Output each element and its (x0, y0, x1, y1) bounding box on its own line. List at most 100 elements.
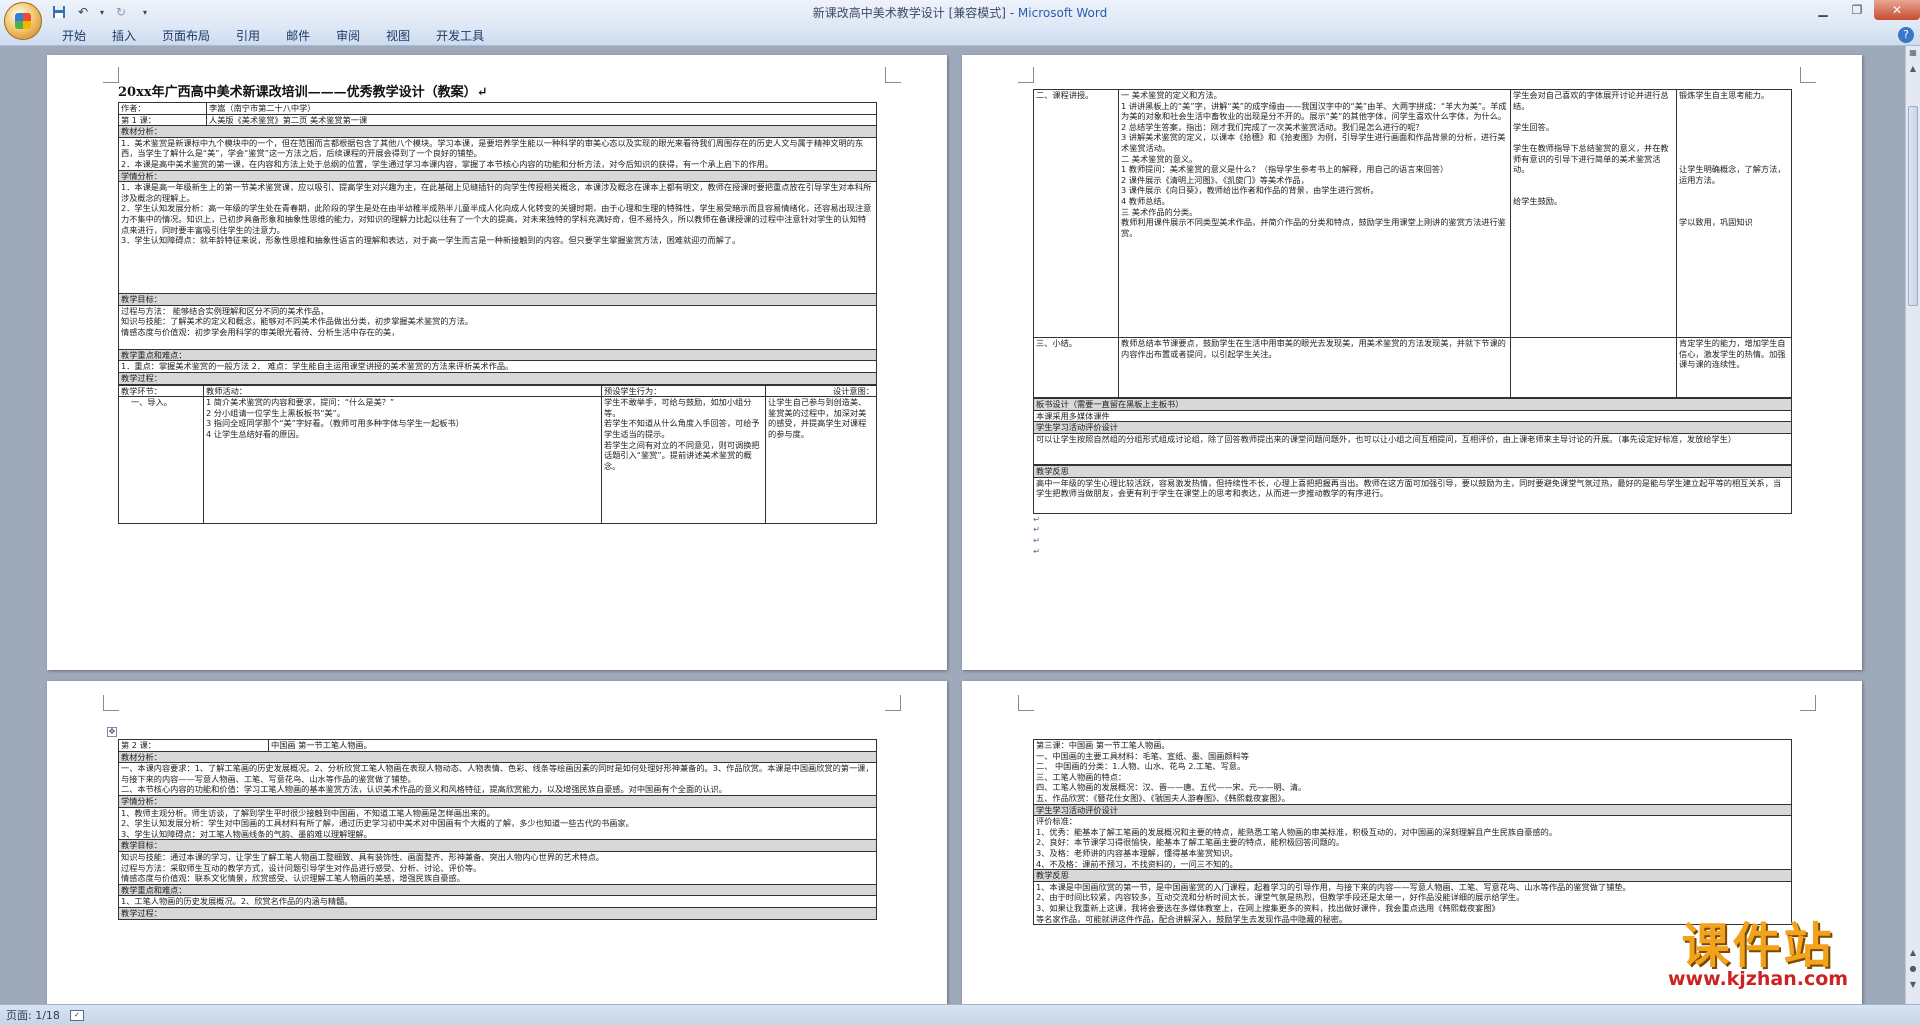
section-heading: 教材分析： (118, 750, 877, 764)
section-body: 可以让学生按照自然组的分组形式组成讨论组，除了回答教师提出来的课堂问题问题外，也… (1033, 432, 1792, 466)
tab-mailings[interactable]: 邮件 (276, 24, 320, 46)
paragraph-mark: ↵ ↵ ↵ ↵ (1033, 513, 1040, 556)
status-bar: 页面: 1/18 ✓ (0, 1004, 1920, 1025)
paragraph: 知识与技能：通过本课的学习，让学生了解工笔人物画工整细致、具有装饰性、画面整齐、… (121, 851, 605, 862)
paragraph: 3．学生认知障碍点：就年龄特征来说，形象性思维和抽象性语言的理解和表达，对于高一… (121, 235, 741, 246)
section-heading: 教学反思 (1033, 464, 1792, 478)
title-bar: ↶ ▾ ↻ ▾ 新课改高中美术教学设计 [兼容模式] - Microsoft W… (0, 0, 1920, 24)
table-row: 一、导入。 1 简介美术鉴赏的内容和要求，提问：“什么是美？” 2 分小组请一位… (118, 396, 877, 525)
application-name: Microsoft Word (1017, 6, 1108, 20)
watermark-title: 课件站 (1681, 918, 1835, 974)
section-heading: 教学目标： (118, 293, 877, 306)
document-name: 新课改高中美术教学设计 [兼容模式] - (812, 6, 1018, 20)
crop-mark (1018, 67, 1034, 83)
section-body: 1．本课是高一年级新生上的第一节美术鉴赏课，应以吸引、提高学生对兴趣为主，在此基… (118, 181, 877, 295)
section-heading: 教材分析： (118, 125, 877, 138)
lesson-table-1: 作者： 李嵩（南宁市第二十八中学） 第 1 课： 人美版《美术鉴赏》第二页 美术鉴赏… (118, 102, 877, 385)
page-1-content[interactable]: 20xx年广西高中美术新课改培训———优秀教学设计（教案）↵ 作者： 李嵩（南宁市… (118, 85, 877, 525)
vertical-scrollbar[interactable]: ▦ ▲ ▲ ● ▼ (1905, 46, 1920, 1004)
crop-mark (1800, 695, 1816, 711)
scroll-up-icon[interactable]: ▲ (1906, 62, 1920, 76)
section-body: 1．美术鉴赏是新课标中九个模块中的一个，但在范围而言都根据包含了其他八个模块。学… (118, 136, 877, 171)
word-window: ↶ ▾ ↻ ▾ 新课改高中美术教学设计 [兼容模式] - Microsoft W… (0, 0, 1920, 1025)
table-row: 三、小结。 教师总结本节课要点，鼓励学生在生活中用审美的眼光去发现美，用美术鉴赏… (1033, 337, 1792, 398)
student-behavior: 学生会对自己喜欢的字体展开讨论并进行总结。 学生回答。 学生在教师指导下总结鉴赏… (1510, 89, 1677, 338)
column-header: 教学环节： (118, 384, 204, 398)
paragraph: 五、作品欣赏：《簪花仕女图》、《虢国夫人游春图》、《韩熙载夜宴图》。 (1036, 792, 1290, 803)
column-header: 设计意图： (765, 384, 877, 398)
section-heading: 教学重点和难点： (118, 348, 877, 362)
crop-mark (103, 67, 119, 83)
paragraph: 2．本课是高中美术鉴赏的第一课，在内容和方法上处于总纲的位置，学生通过学习本课内… (121, 158, 774, 169)
paragraph: 2、由于时间比较紧，内容较多，互动交流和分析时间太长，课堂气氛是热烈，但教学手段… (1036, 892, 1525, 903)
paragraph: 2．学生认知发展分析：高一年级的学生处在青春期，此阶段的学生是处在由半幼稚半成熟… (121, 203, 872, 235)
page-indicator[interactable]: 页面: 1/18 (6, 1007, 60, 1023)
paragraph: 情感态度与价值观：初步学会用科学的审美眼光看待、分析生活中存在的美， (121, 326, 400, 337)
previous-page-icon[interactable]: ▲ (1906, 946, 1920, 960)
section-body: 第三课：中国画 第一节工笔人物画。 一、中国画的主要工具材料：毛笔、宣纸、墨、国画… (1033, 739, 1792, 805)
column-header: 教师活动： (203, 384, 602, 398)
section-heading: 板书设计（需要一直留在黑板上主板书） (1033, 398, 1792, 411)
section-heading: 教学反思 (1033, 869, 1792, 882)
section-body: 1．重点：掌握美术鉴赏的一般方法 2． 难点：学生能自主运用课堂讲授的美术鉴赏的… (118, 360, 877, 373)
design-intent: 锻炼学生自主思考能力。 让学生明确概念，了解方法，运用方法。 学以致用，巩固知识 (1676, 89, 1792, 338)
lesson-label: 第 1 课： (118, 113, 207, 127)
paragraph: 1、教师主观分析。师生访谈，了解到学生平时很少接触到中国画，不知道工笔人物画是怎… (121, 807, 495, 818)
paragraph: 一、中国画的主要工具材料：毛笔、宣纸、墨、国画颜料等 (1036, 750, 1249, 761)
next-page-icon[interactable]: ▼ (1906, 978, 1920, 992)
section-heading: 教学过程： (118, 906, 877, 920)
table-header-row: 教学环节： 教师活动： 预设学生行为： 设计意图： (118, 384, 877, 398)
page-2-content[interactable]: 二、课程讲授。 一 美术鉴赏的定义和方法。 1 讲讲黑板上的“美”字，讲解“美”… (1033, 89, 1792, 556)
ribbon-tabs: 开始 插入 页面布局 引用 邮件 审阅 视图 开发工具 (0, 24, 1920, 46)
section-heading: 学生学习活动评价设计 (1033, 421, 1792, 434)
section-heading: 学情分析： (118, 794, 877, 808)
paragraph: 一、本课内容要求：1、了解工笔画的历史发展概况。2、分析欣赏工笔人物画在表现人物… (121, 763, 874, 784)
minimize-icon[interactable]: ▁ (1806, 0, 1840, 20)
crop-mark (103, 695, 119, 711)
document-workspace[interactable]: 20xx年广西高中美术新课改培训———优秀教学设计（教案）↵ 作者： 李嵩（南宁市… (0, 46, 1905, 1004)
scrollbar-thumb[interactable] (1908, 106, 1918, 306)
proofing-icon[interactable]: ✓ (69, 1009, 84, 1021)
tab-page-layout[interactable]: 页面布局 (152, 24, 220, 46)
select-browse-object-icon[interactable]: ● (1906, 962, 1920, 976)
table-move-handle-icon[interactable]: ✥ (107, 727, 117, 737)
paragraph: 4、不及格：课前不预习，不找资料的，一问三不知的。 (1036, 858, 1238, 869)
page-2: 二、课程讲授。 一 美术鉴赏的定义和方法。 1 讲讲黑板上的“美”字，讲解“美”… (962, 55, 1862, 670)
close-icon[interactable]: ✕ (1874, 0, 1920, 20)
office-button[interactable] (4, 2, 42, 40)
student-behavior: 学生不敢举手，可给与鼓励，如加小组分等。 若学生不知道从什么角度入手回答，可给予… (601, 396, 766, 525)
paragraph: 四、工笔人物画的发展概况：汉、晋——唐、五代——宋、元——明、清。 (1036, 782, 1307, 793)
tab-review[interactable]: 审阅 (326, 24, 370, 46)
section-heading: 教学目标： (118, 839, 877, 852)
paragraph: 3、如果让我重新上这课，我将会要选在多媒体教室上，在网上搜集更多的资料，找出做好… (1036, 902, 1500, 913)
teacher-activity: 一 美术鉴赏的定义和方法。 1 讲讲黑板上的“美”字，讲解“美”的成字缘由——我… (1118, 89, 1511, 338)
tab-references[interactable]: 引用 (226, 24, 270, 46)
paragraph: 1．本课是高一年级新生上的第一节美术鉴赏课，应以吸引、提高学生对兴趣为主，在此基… (121, 182, 872, 203)
crop-mark (885, 695, 901, 711)
paragraph: 3、及格：老师讲的内容基本理解，懂得基本鉴赏知识。 (1036, 847, 1238, 858)
page-1: 20xx年广西高中美术新课改培训———优秀教学设计（教案）↵ 作者： 李嵩（南宁市… (47, 55, 947, 670)
help-icon[interactable]: ? (1898, 27, 1914, 43)
paragraph: 2、良好：本节课学习得很愉快，能基本了解工笔画主要的特点，能积极回答问题的。 (1036, 837, 1345, 848)
paragraph: 三、工笔人物画的特点： (1036, 771, 1127, 782)
crop-mark (1018, 695, 1034, 711)
tab-view[interactable]: 视图 (376, 24, 420, 46)
summary-table-2: 板书设计（需要一直留在黑板上主板书） 本课采用多媒体课件 学生学习活动评价设计 … (1033, 398, 1792, 514)
page-4-content[interactable]: 第三课：中国画 第一节工笔人物画。 一、中国画的主要工具材料：毛笔、宣纸、墨、国画… (1033, 739, 1792, 926)
paragraph: 1、优秀：能基本了解工笔画的发展概况和主要的特点，能熟悉工笔人物画的审美标准，积… (1036, 826, 1558, 837)
tab-home[interactable]: 开始 (52, 24, 96, 46)
table-row: 二、课程讲授。 一 美术鉴赏的定义和方法。 1 讲讲黑板上的“美”字，讲解“美”… (1033, 89, 1792, 338)
paragraph: 过程与方法：采取师生互动的教学方式，设计问题引导学生对作品进行感受、分析、讨论、… (121, 862, 482, 873)
tab-insert[interactable]: 插入 (102, 24, 146, 46)
ruler-toggle-icon[interactable]: ▦ (1906, 46, 1920, 60)
paragraph: 3、学生认知障碍点：对工笔人物画线条的气韵、墨韵难以理解理解。 (121, 828, 372, 839)
design-intent: 让学生自己参与到创造美、鉴赏美的过程中，加深对美的感受，并提高学生对课程的参与度… (765, 396, 877, 525)
crop-mark (885, 67, 901, 83)
crop-mark (1800, 67, 1816, 83)
section-heading: 教学重点和难点： (118, 883, 877, 897)
design-intent: 肯定学生的能力，增加学生自信心，激发学生的热情。加强课与课的连续性。 (1676, 337, 1792, 398)
restore-icon[interactable]: ❐ (1840, 0, 1874, 20)
page-3-content[interactable]: 第 2 课： 中国画 第一节工笔人物画。 教材分析： 一、本课内容要求：1、了解工… (118, 739, 877, 920)
tab-developer[interactable]: 开发工具 (426, 24, 494, 46)
document-title: 20xx年广西高中美术新课改培训———优秀教学设计（教案）↵ (118, 85, 488, 100)
